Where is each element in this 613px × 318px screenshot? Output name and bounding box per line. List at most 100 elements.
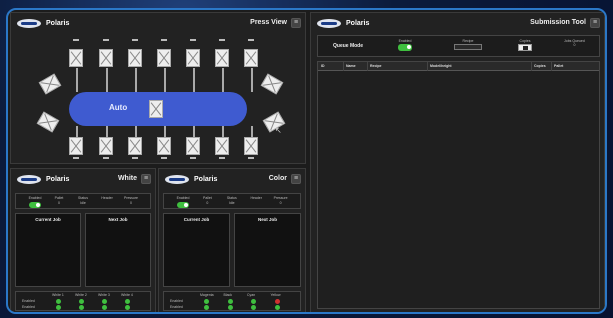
polaris-logo-icon [317,18,341,28]
table-header-cell[interactable]: Name [346,64,356,68]
head-status-grid: White 1 White 2 White 3 White 4 Enabled Enabl… [15,291,151,311]
menu-button[interactable]: ≡ [141,174,151,184]
status-value: 0 [279,201,282,205]
table-header-cell[interactable]: Recipe [370,64,381,68]
status-dot [204,299,209,304]
column-label: Yellow [270,293,281,297]
status-value: 0 [58,201,60,205]
table-header-cell[interactable]: ID [321,64,325,68]
column-divider [427,62,428,71]
enabled-control: Enabled [398,39,412,51]
status-dot [227,305,233,310]
column-label: Cyan [247,293,256,297]
status-item: Enabled [24,196,46,208]
bottom-pallet-1[interactable] [69,137,83,155]
copies-input[interactable] [518,44,532,51]
connector [135,126,137,137]
brand-name: Polaris [194,175,218,183]
center-pallet[interactable] [149,100,163,118]
polaris-logo-icon [17,174,41,184]
menu-button[interactable]: ≡ [291,174,301,184]
connector [106,126,108,137]
bottom-pallet-2[interactable] [99,137,113,155]
enabled-toggle[interactable] [29,202,41,208]
column-label: Black [223,293,233,297]
status-label: Enabled [176,196,190,200]
bottom-pallet-3[interactable] [128,137,142,155]
top-pallet-7[interactable] [244,49,258,67]
color-panel: Polaris Color ≡ Enabled Pallet 0 Status Idle H… [158,168,306,312]
connector [222,126,224,137]
job-title: Current Job [35,217,61,222]
top-pallet-2[interactable] [99,49,113,67]
jobs-queued: Jobs Queued 0 [564,39,585,47]
side-pallet-4[interactable] [262,111,286,133]
bottom-pallet-4[interactable] [157,137,171,155]
app-frame: Polaris Press View ≡ Auto ↖ Polaris Whit… [6,8,607,314]
bottom-head-icon [103,157,109,161]
connector [164,68,166,92]
status-dot [204,305,209,310]
queue-enabled-toggle[interactable] [398,44,412,51]
bottom-pallet-7[interactable] [244,137,258,155]
recipe-label: Recipe [462,39,474,43]
table-header: ID Name Recipe Model/height Copies Pallet [318,62,599,71]
status-dot [125,305,130,310]
status-item: Enabled [172,196,194,208]
column-divider [531,62,532,71]
status-dot [102,305,107,310]
status-label: Enabled [28,196,42,200]
side-pallet-2[interactable] [36,111,60,133]
top-pallet-4[interactable] [157,49,171,67]
table-header-cell[interactable]: Pallet [554,64,563,68]
bottom-pallet-6[interactable] [215,137,229,155]
column-divider [551,62,552,71]
connector [251,68,253,92]
status-dot [56,305,61,310]
status-dot [102,299,107,304]
bottom-pallet-5[interactable] [186,137,200,155]
top-pallet-5[interactable] [186,49,200,67]
brand-name: Polaris [346,19,370,27]
status-dot [125,299,130,304]
status-dot [251,299,256,304]
top-pallet-1[interactable] [69,49,83,67]
top-head-icon [190,39,196,43]
connector [164,126,166,137]
table-header-cell[interactable]: Copies [534,64,546,68]
status-bar: Enabled Pallet 0 Status Idle Header Pressure 0 [15,193,151,209]
submission-tool-panel: Polaris Submission Tool ≡ Queue Mode Ena… [310,12,605,312]
side-pallet-3[interactable] [260,73,284,95]
bottom-head-icon [219,157,225,161]
menu-button[interactable]: ≡ [291,18,301,28]
menu-button[interactable]: ≡ [590,18,600,28]
connector [222,68,224,92]
panel-title: White [117,175,137,182]
top-pallet-3[interactable] [128,49,142,67]
status-dot [227,299,233,304]
connector [106,68,108,92]
job-table: ID Name Recipe Model/height Copies Pallet [317,61,600,309]
status-dot [79,299,84,304]
status-bar: Enabled Pallet 0 Status Idle Header Pressure 0 [163,193,301,209]
recipe-select[interactable] [454,44,482,50]
side-pallet-1[interactable] [38,73,62,95]
connector [76,68,78,92]
enabled-toggle[interactable] [177,202,189,208]
panel-title: Submission Tool [530,19,586,26]
jobs-queued-value: 0 [573,43,576,47]
status-label: Header [101,196,113,200]
table-header-cell[interactable]: Model/height [430,64,452,68]
enabled-label: Enabled [398,39,412,43]
bottom-head-icon [73,157,79,161]
connector [135,68,137,92]
next-job-box: Next Job [234,213,301,287]
queue-controls: Queue Mode Enabled Recipe Copies Jobs Qu… [317,35,600,57]
bottom-head-icon [132,157,138,161]
top-pallet-6[interactable] [215,49,229,67]
auto-label: Auto [109,103,128,112]
top-head-icon [132,39,138,43]
row-label: Enabled [22,299,35,303]
column-label: Magenta [200,293,214,297]
job-title: Next Job [257,217,277,222]
